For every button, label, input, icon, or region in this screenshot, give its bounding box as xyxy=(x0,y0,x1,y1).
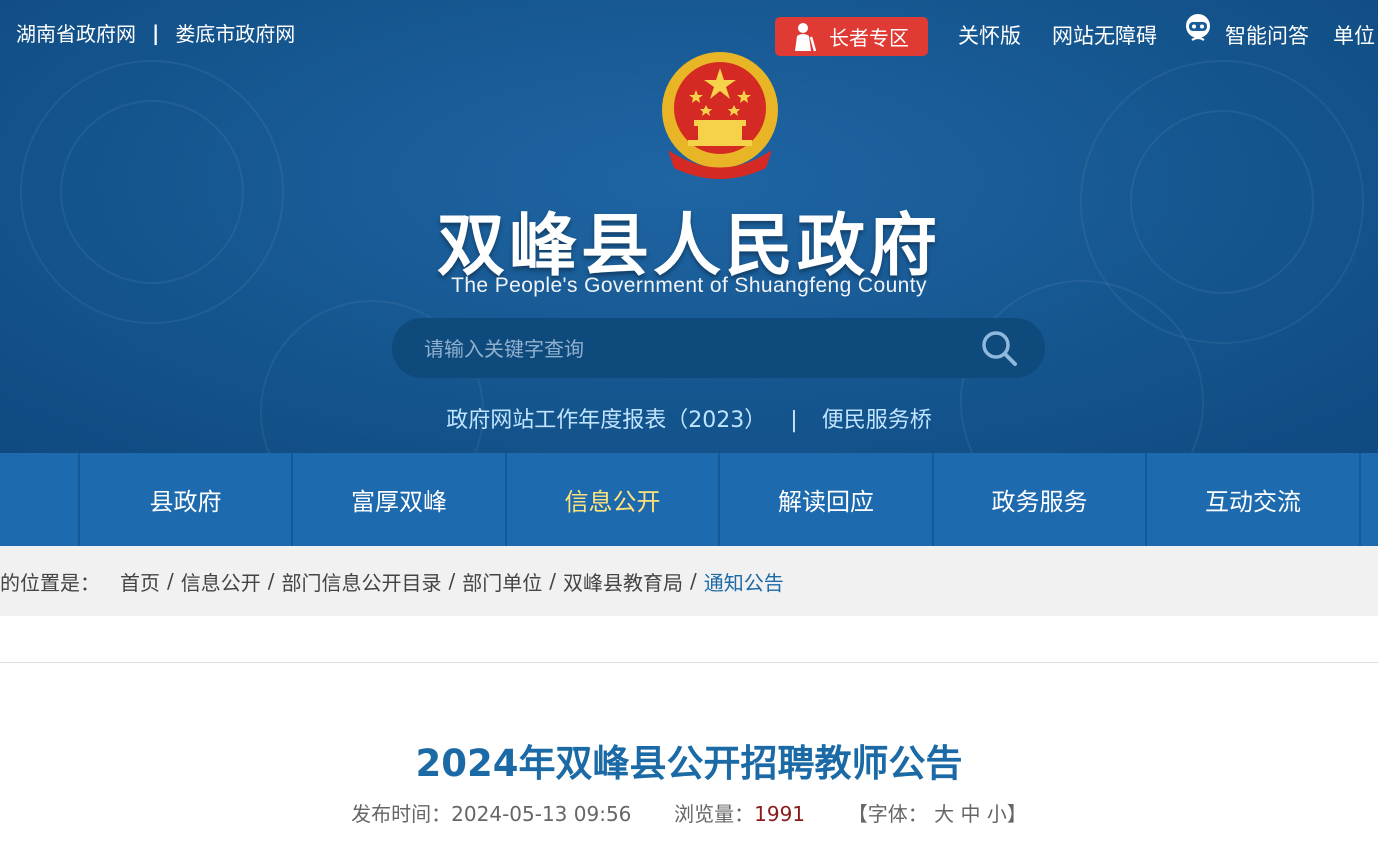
robot-icon[interactable] xyxy=(1182,12,1214,44)
service-bridge-link[interactable]: 便民服务桥 xyxy=(822,408,932,433)
nav-item-gov-services[interactable]: 政务服务 xyxy=(934,453,1147,546)
annual-report-link[interactable]: 政府网站工作年度报表（2023） xyxy=(446,408,766,433)
unit-login-link[interactable]: 单位 xyxy=(1333,20,1375,50)
top-links-separator: | xyxy=(152,20,160,45)
publish-time-label: 发布时间： xyxy=(351,802,452,826)
city-gov-link[interactable]: 娄底市政府网 xyxy=(175,18,295,47)
breadcrumb-dept-units[interactable]: 部门单位 xyxy=(462,567,542,596)
font-size-large-button[interactable]: 大 xyxy=(934,802,954,826)
elder-person-icon xyxy=(795,22,817,51)
article-meta: 发布时间：2024-05-13 09:56 浏览量：1991 【字体： 大 中 … xyxy=(0,798,1378,827)
accessibility-link[interactable]: 网站无障碍 xyxy=(1052,20,1157,50)
publish-time: 2024-05-13 09:56 xyxy=(451,802,632,826)
breadcrumb-separator: / xyxy=(167,569,174,593)
main-nav: 县政府 富厚双峰 信息公开 解读回应 政务服务 互动交流 xyxy=(0,453,1378,546)
font-size-open: 【字体： xyxy=(847,802,928,826)
breadcrumb-separator: / xyxy=(448,569,456,593)
site-header: 湖南省政府网 | 娄底市政府网 长者专区 关怀版 网站无障碍 智能问答 单位 双… xyxy=(0,0,1378,453)
nav-item-partial[interactable] xyxy=(0,453,80,546)
nav-item-info-disclosure[interactable]: 信息公开 xyxy=(507,453,720,546)
nav-item-interaction[interactable]: 互动交流 xyxy=(1147,453,1361,546)
breadcrumb-separator: / xyxy=(549,569,556,593)
elder-zone-label: 长者专区 xyxy=(829,26,909,50)
search-input[interactable] xyxy=(422,318,946,380)
breadcrumb-notices[interactable]: 通知公告 xyxy=(704,567,784,596)
breadcrumb-separator: / xyxy=(690,569,697,593)
nav-item-partial[interactable] xyxy=(1361,453,1378,546)
breadcrumb: 在的位置是： 首页 / 信息公开 / 部门信息公开目录 / 部门单位 / 双峰县… xyxy=(0,546,1378,616)
font-size-small-button[interactable]: 小 xyxy=(987,802,1007,826)
nav-item-prosperous-shuangfeng[interactable]: 富厚双峰 xyxy=(293,453,507,546)
font-size-close: 】 xyxy=(1006,802,1027,826)
breadcrumb-separator: / xyxy=(267,569,275,593)
site-subtitle: The People's Government of Shuangfeng Co… xyxy=(451,274,927,297)
top-links: 湖南省政府网 | 娄底市政府网 xyxy=(16,18,295,47)
content-divider xyxy=(0,662,1378,663)
breadcrumb-education-bureau[interactable]: 双峰县教育局 xyxy=(563,567,683,596)
care-version-link[interactable]: 关怀版 xyxy=(958,20,1021,50)
province-gov-link[interactable]: 湖南省政府网 xyxy=(16,18,136,47)
elder-zone-button[interactable]: 长者专区 xyxy=(775,17,928,56)
article-title: 2024年双峰县公开招聘教师公告 xyxy=(415,742,963,785)
smart-qa-link[interactable]: 智能问答 xyxy=(1225,20,1309,50)
quick-links: 政府网站工作年度报表（2023） | 便民服务桥 xyxy=(0,402,1378,434)
search-icon[interactable] xyxy=(979,328,1019,368)
quick-links-separator: | xyxy=(790,408,798,433)
font-size-medium-button[interactable]: 中 xyxy=(960,802,980,826)
nav-item-county-gov[interactable]: 县政府 xyxy=(80,453,293,546)
breadcrumb-dept-catalog[interactable]: 部门信息公开目录 xyxy=(282,567,442,596)
breadcrumb-prefix: 在的位置是： xyxy=(0,570,100,595)
views-label: 浏览量： xyxy=(674,802,755,826)
nav-item-interpretation[interactable]: 解读回应 xyxy=(720,453,934,546)
search-box xyxy=(392,318,1045,380)
view-count: 1991 xyxy=(754,802,806,826)
breadcrumb-home[interactable]: 首页 xyxy=(120,567,160,596)
national-emblem-icon xyxy=(662,52,778,179)
breadcrumb-info-disclosure[interactable]: 信息公开 xyxy=(181,567,261,596)
